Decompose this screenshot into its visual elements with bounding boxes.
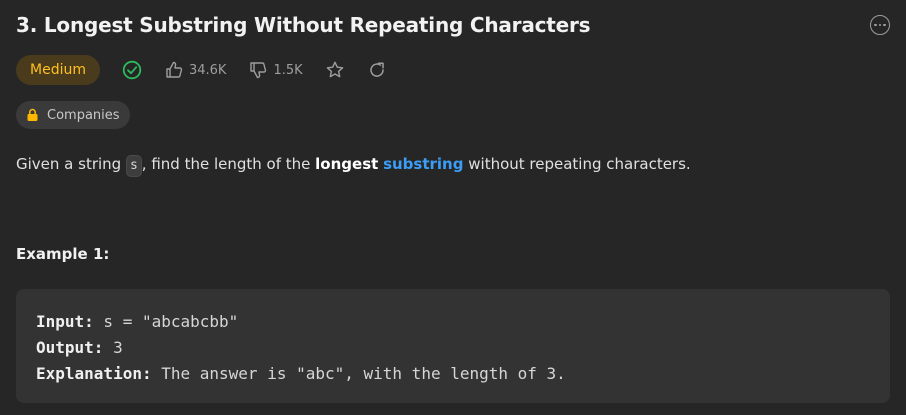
star-icon [326,61,343,78]
solved-status [122,60,142,80]
problem-description-panel: 3. Longest Substring Without Repeating C… [0,0,906,415]
substring-link[interactable]: substring [383,155,463,173]
thumbs-down-icon [250,62,267,79]
example-1-box: Input: s = "abcabcbb" Output: 3 Explanatio… [16,289,890,403]
desc-text-2: , find the length of the [141,155,316,173]
output-value: 3 [103,338,123,357]
input-value: s = "abcabcbb" [93,312,239,331]
example-explanation-line: Explanation: The answer is "abc", with t… [36,361,870,387]
desc-bold-longest: longest [315,155,379,173]
thumbs-up-icon [166,61,183,78]
title-row: 3. Longest Substring Without Repeating C… [16,10,890,40]
lock-icon [26,108,39,122]
explanation-label: Explanation: [36,364,152,383]
companies-tag[interactable]: Companies [16,101,130,129]
share-button[interactable] [367,60,387,80]
companies-label: Companies [47,107,120,123]
problem-meta-row: Medium 34.6K 1.5K [16,55,409,85]
example-input-line: Input: s = "abcabcbb" [36,309,870,335]
dislike-count: 1.5K [273,62,303,78]
input-label: Input: [36,312,94,331]
dislike-button[interactable]: 1.5K [248,60,303,80]
more-options-icon[interactable] [870,15,890,35]
problem-title[interactable]: 3. Longest Substring Without Repeating C… [16,13,591,37]
desc-text-1: Given a string [16,155,126,173]
desc-text-3: without repeating characters. [463,155,691,173]
problem-description: Given a string s, find the length of the… [16,152,691,177]
like-button[interactable]: 34.6K [164,60,226,80]
share-icon [369,62,384,77]
inline-code-s: s [125,155,142,177]
output-label: Output: [36,338,104,357]
solved-check-icon [122,60,142,80]
favorite-button[interactable] [325,60,345,80]
difficulty-badge: Medium [16,55,100,85]
example-output-line: Output: 3 [36,335,870,361]
explanation-value: The answer is "abc", with the length of … [151,364,566,383]
example-1-title: Example 1: [16,245,110,263]
like-count: 34.6K [188,62,227,78]
